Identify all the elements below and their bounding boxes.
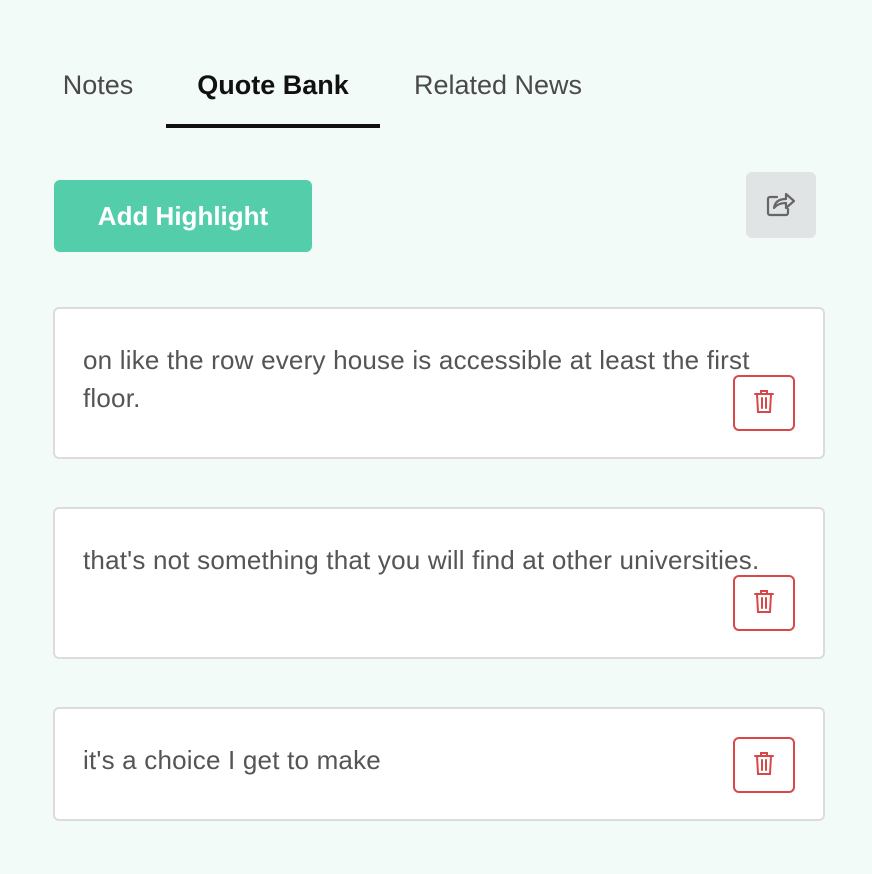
trash-icon: [753, 588, 775, 619]
delete-quote-button[interactable]: [733, 575, 795, 631]
delete-quote-button[interactable]: [733, 375, 795, 431]
quote-text: it's a choice I get to make: [83, 745, 381, 775]
quote-text: on like the row every house is accessibl…: [83, 345, 750, 413]
trash-icon: [753, 388, 775, 419]
tab-notes[interactable]: Notes: [48, 68, 148, 128]
trash-icon: [753, 750, 775, 781]
share-icon: [765, 190, 797, 221]
tab-related-news[interactable]: Related News: [398, 68, 598, 128]
delete-quote-button[interactable]: [733, 737, 795, 793]
quote-card: it's a choice I get to make: [53, 707, 825, 821]
tab-bar: Notes Quote Bank Related News: [0, 0, 872, 130]
quote-card: that's not something that you will find …: [53, 507, 825, 659]
quote-text: that's not something that you will find …: [83, 545, 760, 575]
tab-quote-bank[interactable]: Quote Bank: [166, 68, 380, 128]
quote-bank-panel: Notes Quote Bank Related News Add Highli…: [0, 0, 872, 874]
add-highlight-button[interactable]: Add Highlight: [54, 180, 312, 252]
quote-card: on like the row every house is accessibl…: [53, 307, 825, 459]
share-button[interactable]: [746, 172, 816, 238]
